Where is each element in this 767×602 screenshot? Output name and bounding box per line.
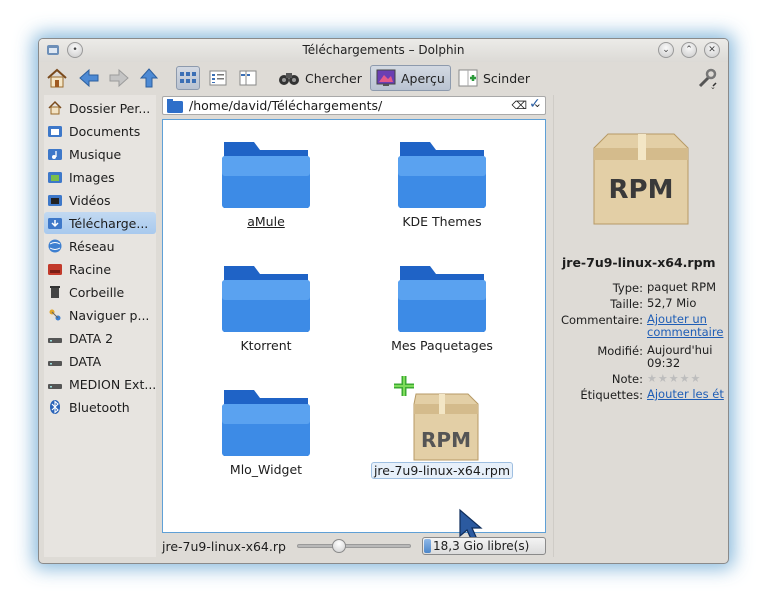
folder-icon — [398, 142, 486, 208]
binoculars-icon — [279, 73, 299, 85]
back-arrow-icon[interactable] — [77, 66, 101, 90]
free-space-label: 18,3 Gio libre(s) — [433, 539, 530, 553]
folder-icon — [222, 266, 310, 332]
close-button[interactable]: ✕ — [704, 42, 720, 58]
split-icon — [458, 69, 478, 87]
up-arrow-icon[interactable] — [137, 66, 161, 90]
split-button[interactable]: Scinder — [453, 65, 535, 91]
configure-wrench-icon[interactable]: ⌄ — [695, 66, 719, 91]
rating-stars[interactable]: ★★★★★ — [647, 372, 728, 385]
file-item-jre-rpm[interactable]: RPM jre-7u9-linux-x64.rpm — [362, 376, 522, 479]
free-space-bar — [424, 539, 431, 553]
status-text: jre-7u9-linux-x64.rp — [162, 539, 286, 554]
confirm-location-icon[interactable]: ✓ — [529, 96, 545, 112]
icons-view-button[interactable] — [176, 66, 200, 90]
drive-icon — [48, 338, 62, 343]
add-comment-link[interactable]: Ajouter un commentaire — [647, 313, 728, 339]
places-panel: Dossier Per... Documents Musique Images … — [44, 95, 156, 557]
drive-icon — [48, 384, 62, 389]
zoom-slider-track[interactable] — [297, 544, 411, 548]
details-view-icon — [209, 70, 227, 86]
folder-icon — [398, 266, 486, 332]
file-item-ktorrent[interactable]: Ktorrent — [186, 258, 346, 353]
status-bar: jre-7u9-linux-x64.rp 18,3 Gio libre(s) — [162, 536, 546, 556]
place-trash[interactable]: Corbeille — [44, 281, 156, 303]
documents-folder-icon — [48, 126, 62, 137]
search-button[interactable]: Chercher — [273, 65, 367, 91]
browse-network-icon — [49, 309, 61, 321]
rpm-package-preview-icon: RPM — [593, 133, 689, 225]
trash-icon — [50, 286, 60, 298]
add-tags-link[interactable]: Ajouter les ét — [647, 388, 728, 401]
videos-folder-icon — [48, 195, 62, 206]
title-bar[interactable]: • Téléchargements – Dolphin ⌄ ⌃ ✕ — [39, 39, 728, 62]
place-videos[interactable]: Vidéos — [44, 189, 156, 211]
search-label: Chercher — [305, 70, 362, 86]
rpm-preview-text: RPM — [609, 175, 674, 205]
preview-button[interactable]: Aperçu — [370, 65, 451, 91]
details-view-button[interactable] — [206, 66, 230, 90]
clear-location-icon[interactable]: ⌫ — [511, 99, 527, 112]
rpm-text: RPM — [421, 428, 471, 452]
place-browse-network[interactable]: Naviguer p... — [44, 304, 156, 326]
dolphin-window: • Téléchargements – Dolphin ⌄ ⌃ ✕ Cherch… — [38, 38, 729, 564]
add-green-plus-icon[interactable] — [392, 374, 416, 401]
place-bluetooth[interactable]: Bluetooth — [44, 396, 156, 418]
place-home[interactable]: Dossier Per... — [44, 97, 156, 119]
home-icon[interactable] — [45, 66, 69, 90]
folder-icon — [222, 142, 310, 208]
main-toolbar: Chercher Aperçu Scinder ⌄ — [39, 62, 728, 94]
minimize-button[interactable]: ⌄ — [658, 42, 674, 58]
folder-icon — [167, 98, 183, 113]
info-file-name: jre-7u9-linux-x64.rpm — [562, 255, 716, 270]
place-downloads[interactable]: Télécharge... — [44, 212, 156, 234]
information-panel: RPM jre-7u9-linux-x64.rpm Type: paquet RP… — [553, 95, 728, 557]
place-data[interactable]: DATA — [44, 350, 156, 372]
maximize-button[interactable]: ⌃ — [681, 42, 697, 58]
file-item-kde-themes[interactable]: KDE Themes — [362, 134, 522, 229]
file-item-mlo-widget[interactable]: Mlo_Widget — [186, 382, 346, 477]
drive-icon — [48, 361, 62, 366]
place-root[interactable]: Racine — [44, 258, 156, 280]
forward-arrow-icon[interactable] — [107, 66, 131, 90]
images-folder-icon — [48, 172, 62, 183]
bluetooth-icon — [50, 400, 60, 414]
folder-icon — [222, 390, 310, 456]
columns-view-button[interactable] — [236, 66, 260, 90]
place-images[interactable]: Images — [44, 166, 156, 188]
location-path: /home/david/Téléchargements/ — [189, 98, 383, 113]
location-bar[interactable]: /home/david/Téléchargements/ ⌫ ⌄ — [162, 96, 546, 115]
place-data2[interactable]: DATA 2 — [44, 327, 156, 349]
preview-icon — [376, 69, 396, 86]
downloads-folder-icon — [48, 218, 62, 229]
svg-text:⌄: ⌄ — [710, 83, 716, 90]
home-icon — [48, 100, 62, 115]
place-documents[interactable]: Documents — [44, 120, 156, 142]
file-item-mes-paquetages[interactable]: Mes Paquetages — [362, 258, 522, 353]
network-icon — [48, 239, 62, 253]
music-folder-icon — [48, 149, 62, 160]
place-music[interactable]: Musique — [44, 143, 156, 165]
free-space-indicator[interactable]: 18,3 Gio libre(s) — [422, 537, 546, 555]
split-label: Scinder — [483, 70, 530, 86]
zoom-slider-handle[interactable] — [332, 539, 346, 553]
file-view[interactable]: aMule KDE Themes Ktorrent Mes Paquetages… — [162, 119, 546, 542]
place-medion[interactable]: MEDION Ext... — [44, 373, 156, 395]
icons-view-icon — [180, 72, 196, 83]
file-item-amule[interactable]: aMule — [186, 134, 346, 229]
root-folder-icon — [48, 264, 62, 275]
columns-view-icon — [239, 70, 257, 86]
window-title: Téléchargements – Dolphin — [302, 43, 465, 57]
place-network[interactable]: Réseau — [44, 235, 156, 257]
preview-label: Aperçu — [401, 70, 445, 86]
